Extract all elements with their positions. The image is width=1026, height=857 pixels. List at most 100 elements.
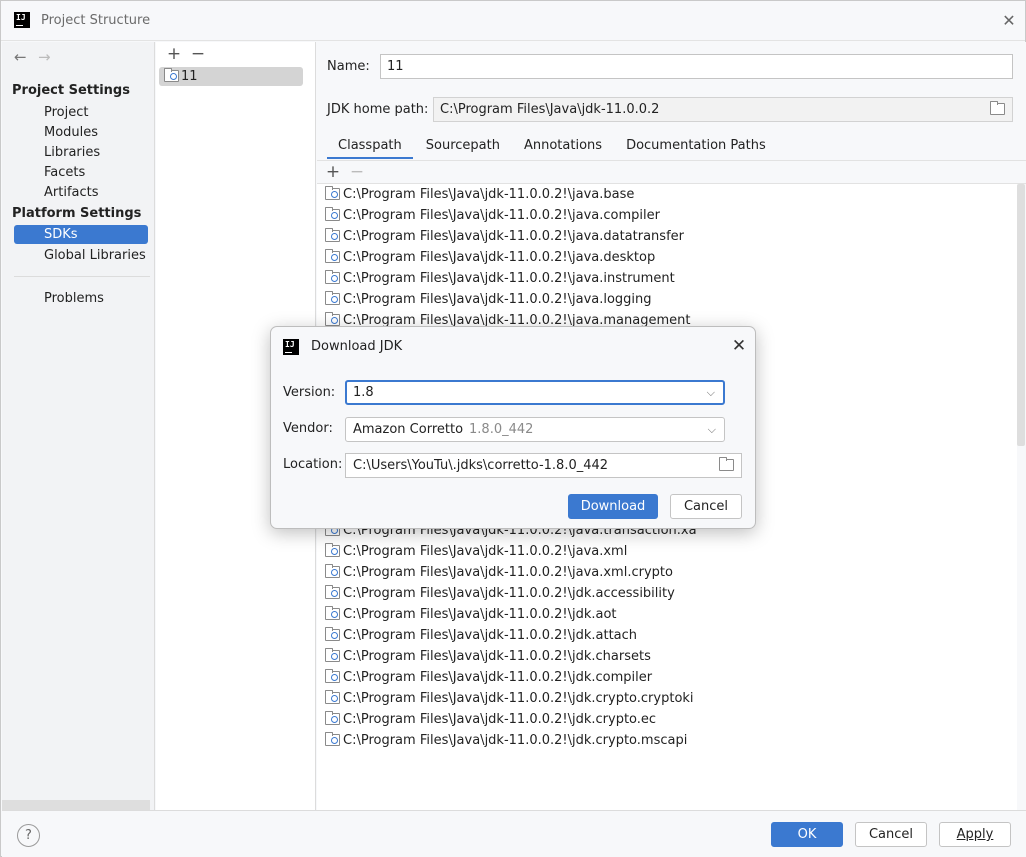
forward-arrow-icon[interactable]: →: [38, 48, 62, 66]
sdk-item-label: 11: [181, 69, 198, 84]
location-value: C:\Users\YouTu\.jdks\corretto-1.8.0_442: [353, 458, 609, 473]
window-title: Project Structure: [41, 13, 151, 28]
classpath-row[interactable]: C:\Program Files\Java\jdk-11.0.0.2!\jdk.…: [317, 604, 1017, 625]
sidebar-item-facets[interactable]: Facets: [14, 163, 148, 182]
tab-annotations[interactable]: Annotations: [513, 134, 613, 159]
classpath-entry-label: C:\Program Files\Java\jdk-11.0.0.2!\jdk.…: [343, 733, 688, 748]
classpath-entry-label: C:\Program Files\Java\jdk-11.0.0.2!\jdk.…: [343, 628, 638, 643]
classpath-row[interactable]: C:\Program Files\Java\jdk-11.0.0.2!\jdk.…: [317, 667, 1017, 688]
sdk-name-input[interactable]: 11: [380, 54, 1013, 79]
classpath-entry-label: C:\Program Files\Java\jdk-11.0.0.2!\java…: [343, 250, 656, 265]
project-settings-heading: Project Settings: [12, 83, 130, 98]
tab-documentation-paths[interactable]: Documentation Paths: [615, 134, 777, 159]
vendor-select[interactable]: Amazon Corretto 1.8.0_442 ⌵: [345, 417, 725, 442]
classpath-row[interactable]: C:\Program Files\Java\jdk-11.0.0.2!\java…: [317, 205, 1017, 226]
location-field[interactable]: C:\Users\YouTu\.jdks\corretto-1.8.0_442: [345, 453, 742, 478]
sidebar-item-problems[interactable]: Problems: [14, 289, 148, 308]
classpath-row[interactable]: C:\Program Files\Java\jdk-11.0.0.2!\java…: [317, 226, 1017, 247]
classpath-row[interactable]: C:\Program Files\Java\jdk-11.0.0.2!\java…: [317, 562, 1017, 583]
classpath-entry-label: C:\Program Files\Java\jdk-11.0.0.2!\java…: [343, 208, 660, 223]
ok-button[interactable]: OK: [771, 822, 843, 847]
download-button[interactable]: Download: [568, 494, 658, 519]
help-button[interactable]: ?: [17, 824, 40, 847]
classpath-list-top: C:\Program Files\Java\jdk-11.0.0.2!\java…: [317, 184, 1017, 331]
sidebar-item-artifacts[interactable]: Artifacts: [14, 183, 148, 202]
classpath-row[interactable]: C:\Program Files\Java\jdk-11.0.0.2!\jdk.…: [317, 646, 1017, 667]
dialog-title: Download JDK: [311, 339, 403, 354]
jar-folder-icon: [325, 249, 340, 263]
classpath-row[interactable]: C:\Program Files\Java\jdk-11.0.0.2!\java…: [317, 268, 1017, 289]
classpath-entry-label: C:\Program Files\Java\jdk-11.0.0.2!\java…: [343, 544, 628, 559]
tab-sourcepath[interactable]: Sourcepath: [415, 134, 511, 159]
cancel-button[interactable]: Cancel: [855, 822, 927, 847]
jar-folder-icon: [325, 732, 340, 746]
nav-arrows: ← →: [14, 48, 62, 66]
classpath-row[interactable]: C:\Program Files\Java\jdk-11.0.0.2!\jdk.…: [317, 625, 1017, 646]
jar-folder-icon: [325, 228, 340, 242]
jdk-home-path-label: JDK home path:: [327, 102, 429, 117]
version-value: 1.8: [353, 385, 374, 400]
back-arrow-icon[interactable]: ←: [14, 48, 38, 66]
chevron-down-icon: ⌵: [707, 423, 716, 436]
vendor-label: Vendor:: [283, 421, 333, 436]
jar-folder-icon: [325, 669, 340, 683]
classpath-entry-label: C:\Program Files\Java\jdk-11.0.0.2!\java…: [343, 271, 675, 286]
sidebar-horizontal-scrollbar[interactable]: [2, 800, 150, 810]
tab-classpath[interactable]: Classpath: [327, 134, 413, 159]
dialog-cancel-button[interactable]: Cancel: [670, 494, 742, 519]
classpath-entry-label: C:\Program Files\Java\jdk-11.0.0.2!\jdk.…: [343, 649, 651, 664]
sdk-folder-icon: [164, 68, 179, 82]
classpath-entry-label: C:\Program Files\Java\jdk-11.0.0.2!\jdk.…: [343, 691, 694, 706]
sidebar-item-libraries[interactable]: Libraries: [14, 143, 148, 162]
classpath-entry-label: C:\Program Files\Java\jdk-11.0.0.2!\jdk.…: [343, 586, 675, 601]
classpath-entry-label: C:\Program Files\Java\jdk-11.0.0.2!\java…: [343, 292, 652, 307]
classpath-row[interactable]: C:\Program Files\Java\jdk-11.0.0.2!\jdk.…: [317, 709, 1017, 730]
remove-sdk-icon[interactable]: −: [186, 44, 210, 64]
add-sdk-icon[interactable]: +: [162, 44, 186, 64]
classpath-row[interactable]: C:\Program Files\Java\jdk-11.0.0.2!\java…: [317, 289, 1017, 310]
intellij-logo-icon: IJ: [283, 339, 299, 355]
intellij-logo-icon: IJ: [14, 12, 30, 28]
classpath-entry-label: C:\Program Files\Java\jdk-11.0.0.2!\java…: [343, 229, 684, 244]
classpath-row[interactable]: C:\Program Files\Java\jdk-11.0.0.2!\java…: [317, 247, 1017, 268]
jar-folder-icon: [325, 585, 340, 599]
classpath-entry-label: C:\Program Files\Java\jdk-11.0.0.2!\java…: [343, 187, 635, 202]
classpath-row[interactable]: C:\Program Files\Java\jdk-11.0.0.2!\jdk.…: [317, 583, 1017, 604]
sdk-toolbar: + −: [162, 44, 210, 64]
classpath-tabs: Classpath Sourcepath Annotations Documentat…: [327, 134, 779, 160]
download-jdk-dialog: IJ Download JDK ✕ Version: 1.8 ⌵ Vendor:…: [270, 326, 756, 529]
jar-folder-icon: [325, 648, 340, 662]
jdk-home-path-field[interactable]: C:\Program Files\Java\jdk-11.0.0.2: [433, 97, 1013, 122]
close-window-button[interactable]: ✕: [999, 11, 1019, 31]
classpath-row[interactable]: C:\Program Files\Java\jdk-11.0.0.2!\jdk.…: [317, 730, 1017, 751]
name-label: Name:: [327, 59, 370, 74]
sidebar-item-sdks[interactable]: SDKs: [14, 225, 148, 244]
close-dialog-button[interactable]: ✕: [729, 336, 749, 356]
jar-folder-icon: [325, 711, 340, 725]
browse-folder-icon[interactable]: [990, 101, 1005, 115]
browse-folder-icon[interactable]: [719, 457, 734, 471]
jar-folder-icon: [325, 606, 340, 620]
apply-button[interactable]: Apply: [939, 822, 1011, 847]
platform-settings-heading: Platform Settings: [12, 206, 142, 221]
sidebar-item-modules[interactable]: Modules: [14, 123, 148, 142]
classpath-row[interactable]: C:\Program Files\Java\jdk-11.0.0.2!\java…: [317, 184, 1017, 205]
sidebar-item-global-libraries[interactable]: Global Libraries: [14, 246, 148, 265]
classpath-row[interactable]: C:\Program Files\Java\jdk-11.0.0.2!\java…: [317, 541, 1017, 562]
location-label: Location:: [283, 457, 343, 472]
sidebar-divider: [14, 276, 150, 277]
jar-folder-icon: [325, 291, 340, 305]
classpath-vertical-scrollbar[interactable]: [1017, 184, 1025, 446]
dialog-footer: ? OK Cancel Apply: [2, 810, 1026, 857]
classpath-row[interactable]: C:\Program Files\Java\jdk-11.0.0.2!\jdk.…: [317, 688, 1017, 709]
version-select[interactable]: 1.8 ⌵: [345, 380, 725, 405]
jar-folder-icon: [325, 564, 340, 578]
classpath-entry-label: C:\Program Files\Java\jdk-11.0.0.2!\java…: [343, 565, 673, 580]
jar-folder-icon: [325, 543, 340, 557]
title-bar: IJ Project Structure ✕: [1, 1, 1025, 41]
remove-classpath-icon[interactable]: −: [345, 161, 369, 183]
vendor-value: Amazon Corretto: [353, 422, 464, 437]
sidebar-item-project[interactable]: Project: [14, 103, 148, 122]
sdk-list-item[interactable]: 11: [159, 67, 303, 86]
add-classpath-icon[interactable]: +: [321, 161, 345, 183]
